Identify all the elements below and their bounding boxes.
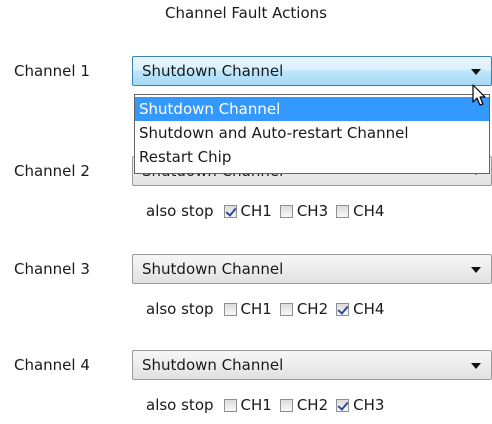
channel-3-label: Channel 3	[14, 260, 90, 278]
checkbox-box[interactable]	[279, 204, 293, 218]
channel-3-also-stop-row: also stop CH1 CH2 CH4	[146, 300, 392, 318]
checkbox-box[interactable]	[336, 398, 350, 412]
checkbox-box[interactable]	[223, 398, 237, 412]
checkbox-box[interactable]	[279, 302, 293, 316]
channel-1-selected-value: Shutdown Channel	[142, 62, 284, 80]
channel-4-stop-ch2-checkbox[interactable]: CH2	[279, 396, 329, 414]
also-stop-label: also stop	[146, 300, 214, 318]
dropdown-option-shutdown-channel[interactable]: Shutdown Channel	[135, 97, 489, 121]
arrow-cursor-icon	[472, 84, 486, 106]
checkbox-label: CH1	[240, 396, 272, 414]
channel-4-action-select[interactable]: Shutdown Channel	[132, 350, 492, 380]
channel-3-selected-value: Shutdown Channel	[142, 260, 284, 278]
channel-4-also-stop-row: also stop CH1 CH2 CH3	[146, 396, 392, 414]
channel-1-dropdown-list: Shutdown Channel Shutdown and Auto-resta…	[134, 94, 490, 174]
channel-4-label: Channel 4	[14, 356, 90, 374]
channel-3-stop-ch1-checkbox[interactable]: CH1	[223, 300, 272, 318]
channel-3-action-select[interactable]: Shutdown Channel	[132, 254, 492, 284]
checkbox-box[interactable]	[279, 398, 293, 412]
channel-1-action-select[interactable]: Shutdown Channel	[132, 56, 492, 86]
page-title: Channel Fault Actions	[165, 4, 327, 22]
also-stop-label: also stop	[146, 202, 214, 220]
checkbox-label: CH2	[296, 300, 329, 318]
channel-2-also-stop-row: also stop CH1 CH3 CH4	[146, 202, 392, 220]
chevron-down-icon	[471, 267, 481, 273]
checkbox-label: CH3	[353, 396, 385, 414]
checkbox-label: CH3	[296, 202, 329, 220]
checkbox-box[interactable]	[223, 302, 237, 316]
chevron-down-icon	[471, 363, 481, 369]
checkbox-box[interactable]	[336, 302, 350, 316]
channel-3-stop-ch2-checkbox[interactable]: CH2	[279, 300, 329, 318]
dropdown-option-shutdown-auto-restart[interactable]: Shutdown and Auto-restart Channel	[135, 121, 489, 145]
checkbox-label: CH1	[240, 300, 272, 318]
channel-4-stop-ch3-checkbox[interactable]: CH3	[336, 396, 384, 414]
channel-4-stop-ch1-checkbox[interactable]: CH1	[223, 396, 272, 414]
dropdown-option-restart-chip[interactable]: Restart Chip	[135, 145, 489, 169]
checkbox-label: CH1	[240, 202, 272, 220]
checkbox-label: CH4	[353, 202, 385, 220]
checkbox-box[interactable]	[223, 204, 237, 218]
checkbox-box[interactable]	[336, 204, 350, 218]
chevron-down-icon	[471, 69, 481, 75]
checkbox-label: CH4	[353, 300, 385, 318]
channel-1-label: Channel 1	[14, 62, 90, 80]
checkbox-label: CH2	[296, 396, 329, 414]
also-stop-label: also stop	[146, 396, 214, 414]
channel-2-stop-ch4-checkbox[interactable]: CH4	[336, 202, 384, 220]
channel-2-label: Channel 2	[14, 162, 90, 180]
channel-4-selected-value: Shutdown Channel	[142, 356, 284, 374]
channel-2-stop-ch1-checkbox[interactable]: CH1	[223, 202, 272, 220]
channel-2-stop-ch3-checkbox[interactable]: CH3	[279, 202, 329, 220]
channel-3-stop-ch4-checkbox[interactable]: CH4	[336, 300, 384, 318]
